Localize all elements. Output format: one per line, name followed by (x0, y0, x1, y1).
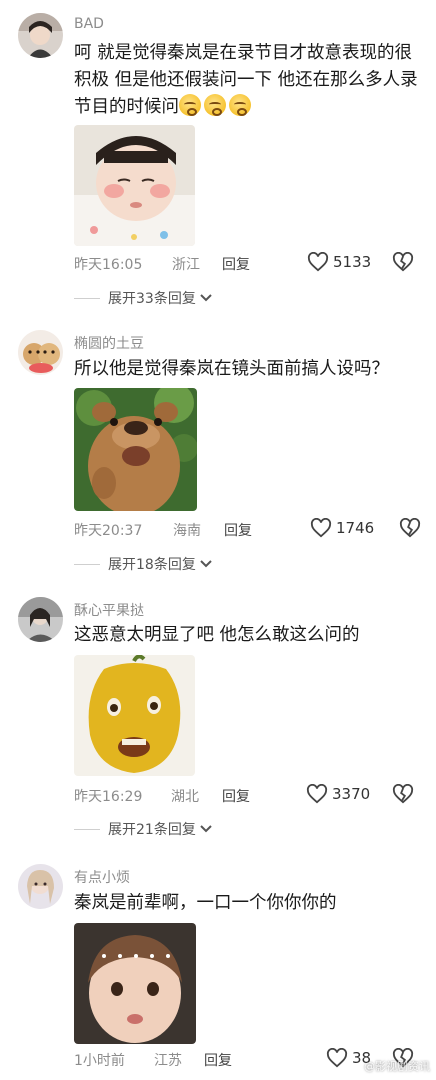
watermark: @影视剧资讯 (364, 1060, 430, 1073)
reply-button[interactable]: 回复 (224, 520, 252, 540)
avatar[interactable] (18, 330, 63, 375)
comment-location: 浙江 (172, 257, 200, 273)
like-button[interactable]: 5133 (307, 252, 371, 272)
expand-replies-label: 展开33条回复 (108, 291, 196, 307)
broken-heart-icon (399, 517, 421, 538)
like-button[interactable]: 1746 (310, 518, 374, 538)
slightly-frowning-emoji-icon (204, 94, 226, 116)
comment-meta: 昨天20:37 海南 回复 1746 (74, 517, 424, 542)
slightly-frowning-emoji-icon (229, 94, 251, 116)
comment-time: 1小时前 (74, 1053, 125, 1069)
avatar[interactable] (18, 597, 63, 642)
comment-username[interactable]: BAD (74, 16, 104, 32)
dislike-button[interactable] (392, 251, 414, 276)
comment-sticker-image[interactable] (74, 388, 197, 511)
comment-text: 所以他是觉得秦岚在镜头面前搞人设吗？ (74, 359, 389, 379)
comment-text: 秦岚是前辈啊，一口一个你你你的 (74, 893, 337, 913)
dislike-button[interactable] (399, 517, 421, 542)
comment-location: 湖北 (171, 789, 199, 805)
comment-meta: 昨天16:29 湖北 回复 3370 (74, 783, 424, 808)
comment-meta: 昨天16:05 浙江 回复 5133 (74, 251, 424, 276)
chevron-down-icon (200, 294, 212, 302)
comment-location: 海南 (173, 523, 201, 539)
expand-replies-label: 展开18条回复 (108, 557, 196, 573)
heart-outline-icon (307, 252, 329, 272)
avatar[interactable] (18, 864, 63, 909)
comment-location: 江苏 (154, 1053, 182, 1069)
heart-outline-icon (306, 784, 328, 804)
comment-username[interactable]: 椭圆的土豆 (74, 333, 144, 353)
expand-replies-button[interactable]: 展开21条回复 (74, 819, 213, 839)
expand-replies-button[interactable]: 展开18条回复 (74, 554, 213, 574)
comment-username[interactable]: 酥心平果挞 (74, 600, 144, 620)
chevron-down-icon (200, 825, 212, 833)
broken-heart-icon (392, 783, 414, 804)
comment-text: 这恶意太明显了吧 他怎么敢这么问的 (74, 625, 360, 645)
dislike-button[interactable] (392, 783, 414, 808)
expand-replies-button[interactable]: 展开33条回复 (74, 288, 213, 308)
comment-time: 昨天16:29 (74, 789, 143, 805)
heart-outline-icon (310, 518, 332, 538)
chevron-down-icon (200, 560, 212, 568)
broken-heart-icon (392, 251, 414, 272)
comment-time: 昨天20:37 (74, 523, 143, 539)
comment-username[interactable]: 有点小烦 (74, 867, 130, 887)
comment-sticker-image[interactable] (74, 125, 195, 246)
expand-replies-label: 展开21条回复 (108, 822, 196, 838)
avatar[interactable] (18, 13, 63, 58)
divider-line (74, 297, 100, 299)
divider-line (74, 828, 100, 830)
divider-line (74, 563, 100, 565)
like-count: 1746 (336, 519, 375, 537)
heart-outline-icon (326, 1048, 348, 1068)
comment-sticker-image[interactable] (74, 655, 195, 776)
like-count: 5133 (333, 253, 372, 271)
slightly-frowning-emoji-icon (179, 94, 201, 116)
reply-button[interactable]: 回复 (222, 786, 250, 806)
comment-text: 呵 就是觉得秦岚是在录节目才故意表现的很积极 但是他还假装问一下 他还在那么多人… (74, 40, 424, 121)
comment-sticker-image[interactable] (74, 923, 196, 1044)
like-button[interactable]: 3370 (306, 784, 370, 804)
comment-time: 昨天16:05 (74, 257, 143, 273)
reply-button[interactable]: 回复 (222, 254, 250, 274)
reply-button[interactable]: 回复 (204, 1050, 232, 1070)
like-count: 3370 (332, 785, 371, 803)
